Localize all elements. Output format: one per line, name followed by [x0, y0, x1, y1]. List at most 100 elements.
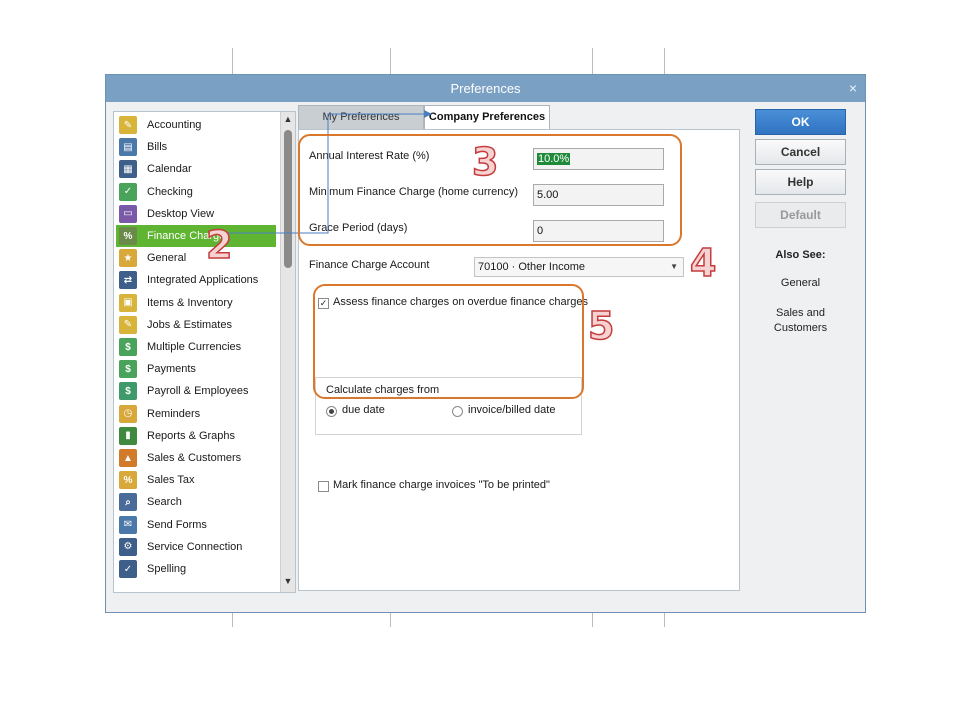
send-forms-icon: ✉	[119, 515, 137, 534]
sidebar-item-label: Jobs & Estimates	[147, 318, 232, 331]
guide-line	[232, 48, 233, 74]
scroll-down-arrow-icon[interactable]: ▼	[281, 576, 295, 590]
calendar-icon: ▦	[119, 160, 137, 179]
sidebar-item[interactable]: ▦ Calendar	[116, 158, 276, 180]
due-date-radio[interactable]	[326, 406, 337, 417]
tab-company-preferences-label: Company Preferences	[428, 111, 546, 123]
magnifier-icon: ⌕	[119, 493, 137, 512]
preferences-category-list: ✎ Accounting ▤ Bills ▦ Calendar ✓ Checking ▭ Desk…	[113, 111, 296, 593]
sidebar-item[interactable]: ✓ Checking	[116, 181, 276, 203]
annotation-number-3: 3	[471, 140, 499, 184]
guide-line	[390, 48, 391, 74]
sales-icon: ▲	[119, 449, 137, 467]
sidebar-item-label: Bills	[147, 141, 168, 154]
sidebar-item-label: Service Connection	[147, 540, 243, 553]
dialog-title: Preferences	[450, 81, 521, 96]
mark-to-be-printed-label: Mark finance charge invoices "To be prin…	[333, 479, 550, 491]
sidebar-item[interactable]: $ Payroll & Employees	[116, 380, 276, 402]
sidebar-item-label: Send Forms	[147, 518, 207, 531]
finance-charge-account-value: 70100 · Other Income	[478, 261, 586, 273]
sidebar-item[interactable]: ✎ Jobs & Estimates	[116, 314, 276, 336]
bills-icon: ▤	[119, 138, 137, 157]
finance-charge-account-label: Finance Charge Account	[309, 259, 430, 271]
invoice-billed-date-label: invoice/billed date	[468, 404, 556, 416]
sidebar-item[interactable]: ★ General	[116, 247, 276, 269]
annotation-number-4: 4	[689, 241, 717, 285]
ok-button[interactable]: OK	[755, 109, 846, 135]
sidebar-item[interactable]: $ Multiple Currencies	[116, 336, 276, 358]
due-date-label: due date	[342, 404, 385, 416]
sidebar-item[interactable]: ▤ Bills	[116, 136, 276, 158]
invoice-billed-date-radio[interactable]	[452, 406, 463, 417]
guide-line	[664, 613, 665, 627]
sidebar-item-label: Reminders	[147, 407, 201, 420]
sidebar-item-label: Sales & Customers	[147, 452, 242, 464]
sidebar-item-label: Search	[147, 496, 182, 509]
also-see-general-link[interactable]: General	[755, 277, 846, 289]
guide-line	[592, 48, 593, 74]
sidebar-item[interactable]: ✎ Accounting	[116, 114, 276, 136]
also-see-sales-customers-link[interactable]: Sales and Customers	[755, 306, 846, 336]
sidebar-item[interactable]: ✓ Spelling	[116, 558, 276, 580]
sidebar-item-label: Integrated Applications	[147, 274, 259, 287]
cancel-button[interactable]: Cancel	[755, 139, 846, 165]
annotation-number-5: 5	[587, 304, 615, 348]
sidebar-item-label: Payroll & Employees	[147, 385, 249, 398]
sidebar-item-label: Multiple Currencies	[147, 341, 242, 353]
inventory-icon: ▣	[119, 293, 137, 312]
payroll-icon: $	[119, 382, 137, 401]
sidebar-item[interactable]: % Finance Charge	[116, 225, 276, 247]
sidebar-item[interactable]: ▲ Sales & Customers	[116, 447, 276, 469]
desktop-view-icon: ▭	[119, 204, 137, 223]
sidebar-item[interactable]: % Sales Tax	[116, 469, 276, 491]
guide-line	[664, 48, 665, 74]
sidebar-item-label: Checking	[147, 185, 193, 198]
sidebar-item[interactable]: ▭ Desktop View	[116, 203, 276, 225]
sidebar-item[interactable]: ⚙ Service Connection	[116, 536, 276, 558]
guide-line	[390, 613, 391, 627]
general-icon: ★	[119, 249, 137, 268]
tab-my-preferences[interactable]: My Preferences	[298, 105, 424, 129]
also-see-heading: Also See:	[775, 249, 826, 261]
sidebar-item[interactable]: ▣ Items & Inventory	[116, 292, 276, 314]
mark-to-be-printed-checkbox[interactable]	[318, 481, 329, 492]
sidebar-item[interactable]: ▮ Reports & Graphs	[116, 425, 276, 447]
sidebar-item[interactable]: ⇄ Integrated Applications	[116, 269, 276, 291]
sidebar-item-label: Desktop View	[147, 207, 215, 220]
sidebar-item-label: Sales Tax	[147, 474, 195, 487]
payments-icon: $	[119, 360, 137, 379]
integrated-apps-icon: ⇄	[119, 271, 137, 290]
scroll-up-arrow-icon[interactable]: ▲	[281, 114, 295, 128]
sidebar-item[interactable]: $ Payments	[116, 358, 276, 380]
scrollbar[interactable]: ▲ ▼	[280, 112, 295, 592]
spelling-icon: ✓	[119, 560, 137, 578]
alarm-clock-icon: ◷	[119, 404, 137, 423]
chevron-down-icon: ▼	[670, 262, 678, 271]
finance-charge-account-select[interactable]: 70100 · Other Income ▼	[474, 257, 684, 277]
currencies-icon: $	[119, 338, 137, 356]
sidebar-item-label: General	[147, 252, 187, 265]
default-button: Default	[755, 202, 846, 228]
scroll-thumb[interactable]	[284, 130, 292, 268]
sidebar-item-label: Accounting	[147, 119, 202, 131]
checking-icon: ✓	[119, 182, 137, 201]
sidebar-item-label: Reports & Graphs	[147, 429, 236, 442]
accounting-icon: ✎	[119, 116, 137, 134]
sidebar-item-label: Spelling	[147, 563, 187, 575]
sidebar-item-label: Items & Inventory	[147, 296, 233, 309]
annotation-box-assess	[313, 284, 584, 399]
help-button[interactable]: Help	[755, 169, 846, 195]
tab-my-preferences-label: My Preferences	[322, 111, 400, 123]
sidebar-item[interactable]: ⌕ Search	[116, 491, 276, 513]
percent-icon: %	[119, 227, 137, 245]
annotation-number-2: 2	[205, 223, 233, 267]
guide-line	[232, 613, 233, 627]
tab-company-preferences[interactable]: Company Preferences	[424, 105, 550, 129]
service-connection-icon: ⚙	[119, 537, 137, 556]
sidebar-item-label: Payments	[147, 363, 196, 376]
sidebar-item[interactable]: ◷ Reminders	[116, 403, 276, 425]
close-icon[interactable]: ×	[849, 75, 857, 102]
title-bar: Preferences ×	[106, 75, 865, 102]
sales-tax-icon: %	[119, 471, 137, 490]
sidebar-item[interactable]: ✉ Send Forms	[116, 514, 276, 536]
